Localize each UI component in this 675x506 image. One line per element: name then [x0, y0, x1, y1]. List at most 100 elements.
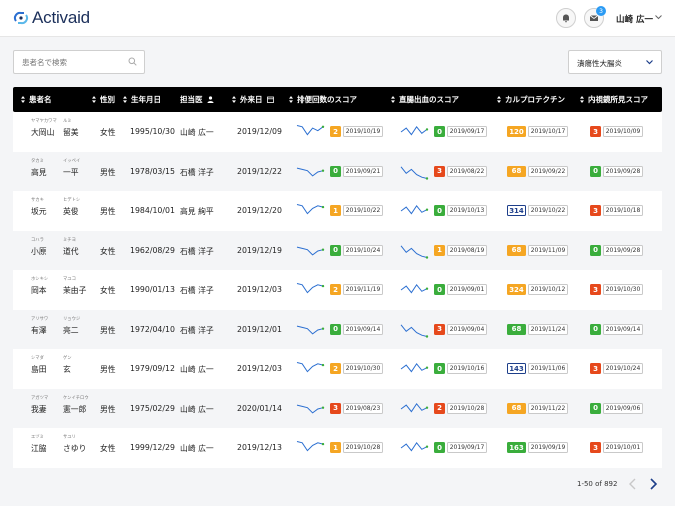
bowel-score-badge: 0 — [330, 244, 341, 256]
pagination-range: 1-50 of 892 — [577, 480, 618, 488]
first-name-kana: ゲン — [63, 356, 72, 361]
bleeding-trend-sparkline — [400, 402, 429, 412]
bleeding-trend-sparkline — [400, 165, 429, 180]
column-header-visit[interactable]: 外来日 — [232, 87, 274, 112]
bleeding-score-badge: 1 — [434, 244, 445, 256]
last-name[interactable]: 高見 — [31, 167, 47, 178]
chevron-down-icon[interactable] — [655, 15, 662, 20]
first-name[interactable]: 留美 — [63, 127, 79, 138]
column-header-doctor[interactable]: 担当医 — [180, 87, 214, 112]
bleeding-score-badge: 3 — [434, 323, 445, 335]
table-row[interactable]: シマダ ゲン 島田玄男性 1979/09/12 山崎 広一 2019/12/03 2 2019… — [13, 349, 662, 389]
first-name[interactable]: 亮二 — [63, 325, 79, 336]
doctor-cell: 山崎 広一 — [180, 444, 214, 453]
first-name[interactable]: 英俊 — [63, 206, 79, 217]
last-name-kana: サカキ — [31, 198, 44, 203]
bleeding-trend-sparkline — [400, 125, 429, 136]
last-name[interactable]: 島田 — [31, 364, 47, 375]
column-header-birth[interactable]: 生年月日 — [123, 87, 161, 112]
last-name[interactable]: 大岡山 — [31, 127, 54, 138]
last-name[interactable]: 坂元 — [31, 206, 47, 217]
bleeding-score-date: 2019/08/22 — [447, 165, 487, 177]
first-name[interactable]: 玄 — [63, 364, 71, 375]
bleeding-score-date: 2019/09/17 — [447, 442, 487, 453]
chevron-down-icon — [646, 60, 653, 65]
calprotectin-date: 2019/09/22 — [528, 165, 568, 177]
table-row[interactable]: ホシキシ マユコ 岡本 茉由子 女性 1990/01/13 石橋 洋子 2019/12/03 2… — [13, 270, 662, 310]
last-name[interactable]: 小原 — [31, 246, 47, 257]
calprotectin-date: 2019/10/17 — [528, 126, 568, 137]
calprotectin-date: 2019/09/19 — [528, 442, 568, 453]
bowel-trend-sparkline — [296, 325, 325, 335]
visit-date-cell: 2019/12/22 — [237, 166, 282, 176]
bleeding-score-badge: 0 — [434, 284, 445, 295]
endoscopy-score-date: 2019/10/24 — [603, 363, 643, 374]
disease-filter-select[interactable]: 潰瘍性大腸炎 — [568, 50, 662, 74]
calprotectin-date: 2019/11/22 — [528, 402, 568, 414]
search-icon[interactable] — [128, 57, 137, 66]
last-name-kana: ホシキシ — [31, 277, 49, 282]
notifications-button[interactable] — [556, 8, 576, 28]
last-name-kana: コハラ — [31, 237, 44, 243]
first-name-kana: ヒデトシ — [63, 198, 81, 203]
endoscopy-score-date: 2019/10/01 — [603, 442, 643, 453]
first-name-kana: ミチヨ — [63, 237, 76, 243]
last-name[interactable]: 我妻 — [31, 404, 47, 415]
sort-icon — [289, 96, 293, 103]
bowel-score-date: 2019/10/30 — [343, 363, 383, 374]
table-row[interactable]: ヤマヤカワマ ルミ 大岡山 留美 女性 1995/10/30 山崎 広一 2019/12/09… — [13, 112, 662, 152]
table-row[interactable]: アリサワ リョウジ 有澤 亮二 男性 1972/04/10 石橋 洋子 2019/12/01 0… — [13, 309, 662, 349]
bleeding-score-date: 2019/08/19 — [447, 244, 487, 256]
last-name-kana: アリサワ — [31, 316, 49, 322]
doctor-cell: 石橋 洋子 — [180, 246, 214, 256]
visit-date-cell: 2019/12/03 — [237, 285, 282, 294]
column-header-bowel-score[interactable]: 排便回数のスコア — [289, 87, 357, 112]
table-row[interactable]: アガツマ ケンイチロウ 我妻 憲一郎 男性 1975/02/29 山崎 広一 2020/01/… — [13, 388, 662, 428]
table-row[interactable]: サカキ ヒデトシ 坂元 英俊 男性 1984/10/01 高見 絢平 2019/12/20 1 2… — [13, 191, 662, 231]
person-icon — [207, 96, 213, 103]
bowel-score-date: 2019/10/19 — [343, 126, 383, 137]
doctor-cell: 山崎 広一 — [180, 128, 214, 137]
gender-cell: 女性 — [100, 246, 116, 256]
first-name[interactable]: さゆり — [63, 443, 86, 454]
calprotectin-date: 2019/10/12 — [528, 284, 568, 295]
column-header-calprotectin[interactable]: カルプロテクチン — [497, 87, 565, 112]
last-name-kana: シマダ — [31, 356, 44, 361]
first-name[interactable]: 茉由子 — [63, 285, 86, 296]
birth-date-cell: 1972/04/10 — [130, 324, 175, 334]
first-name[interactable]: 一平 — [63, 167, 79, 178]
next-page-icon[interactable] — [649, 478, 658, 490]
sort-icon — [92, 96, 96, 103]
user-name[interactable]: 山崎 広一 — [616, 13, 653, 25]
column-header-name[interactable]: 患者名 — [21, 87, 52, 112]
bowel-score-date: 2019/11/19 — [343, 284, 383, 295]
search-input[interactable] — [13, 50, 145, 74]
bleeding-score-date: 2019/10/28 — [447, 402, 487, 414]
calprotectin-badge: 120 — [507, 126, 526, 137]
table-row[interactable]: タカミ イッペイ 高見 一平 男性 1978/03/15 石橋 洋子 2019/12/22 0 2… — [13, 151, 662, 191]
first-name[interactable]: 道代 — [63, 246, 79, 257]
bowel-trend-sparkline — [296, 441, 325, 452]
previous-page-icon[interactable] — [628, 478, 637, 490]
table-row[interactable]: エヅミ サユリ 江脇 さゆり 女性 1999/12/29 山崎 広一 2019/12/13 1 2… — [13, 428, 662, 468]
visit-date-cell: 2019/12/03 — [237, 364, 282, 373]
column-header-bleeding-score[interactable]: 直腸出血のスコア — [391, 87, 459, 112]
bowel-score-date: 2019/09/21 — [343, 165, 383, 177]
endoscopy-score-date: 2019/10/30 — [603, 284, 643, 295]
last-name[interactable]: 有澤 — [31, 325, 47, 336]
app-logo[interactable]: Activaid — [12, 8, 90, 28]
doctor-cell: 石橋 洋子 — [180, 325, 214, 335]
last-name-kana: アガツマ — [31, 395, 49, 401]
first-name[interactable]: 憲一郎 — [63, 404, 86, 415]
endoscopy-score-badge: 3 — [590, 205, 601, 216]
last-name[interactable]: 岡本 — [31, 285, 47, 296]
bowel-trend-sparkline — [296, 362, 325, 373]
first-name-kana: イッペイ — [63, 158, 81, 164]
column-header-endoscopy-score[interactable]: 内視鏡所見スコア — [580, 87, 648, 112]
bleeding-score-date: 2019/09/04 — [447, 323, 487, 335]
table-row[interactable]: コハラ ミチヨ 小原 道代 女性 1962/08/29 石橋 洋子 2019/12/19 0 20… — [13, 230, 662, 270]
column-header-gender[interactable]: 性別 — [92, 87, 115, 112]
last-name[interactable]: 江脇 — [31, 443, 47, 454]
endoscopy-score-badge: 0 — [590, 323, 601, 335]
doctor-cell: 山崎 広一 — [180, 365, 214, 374]
